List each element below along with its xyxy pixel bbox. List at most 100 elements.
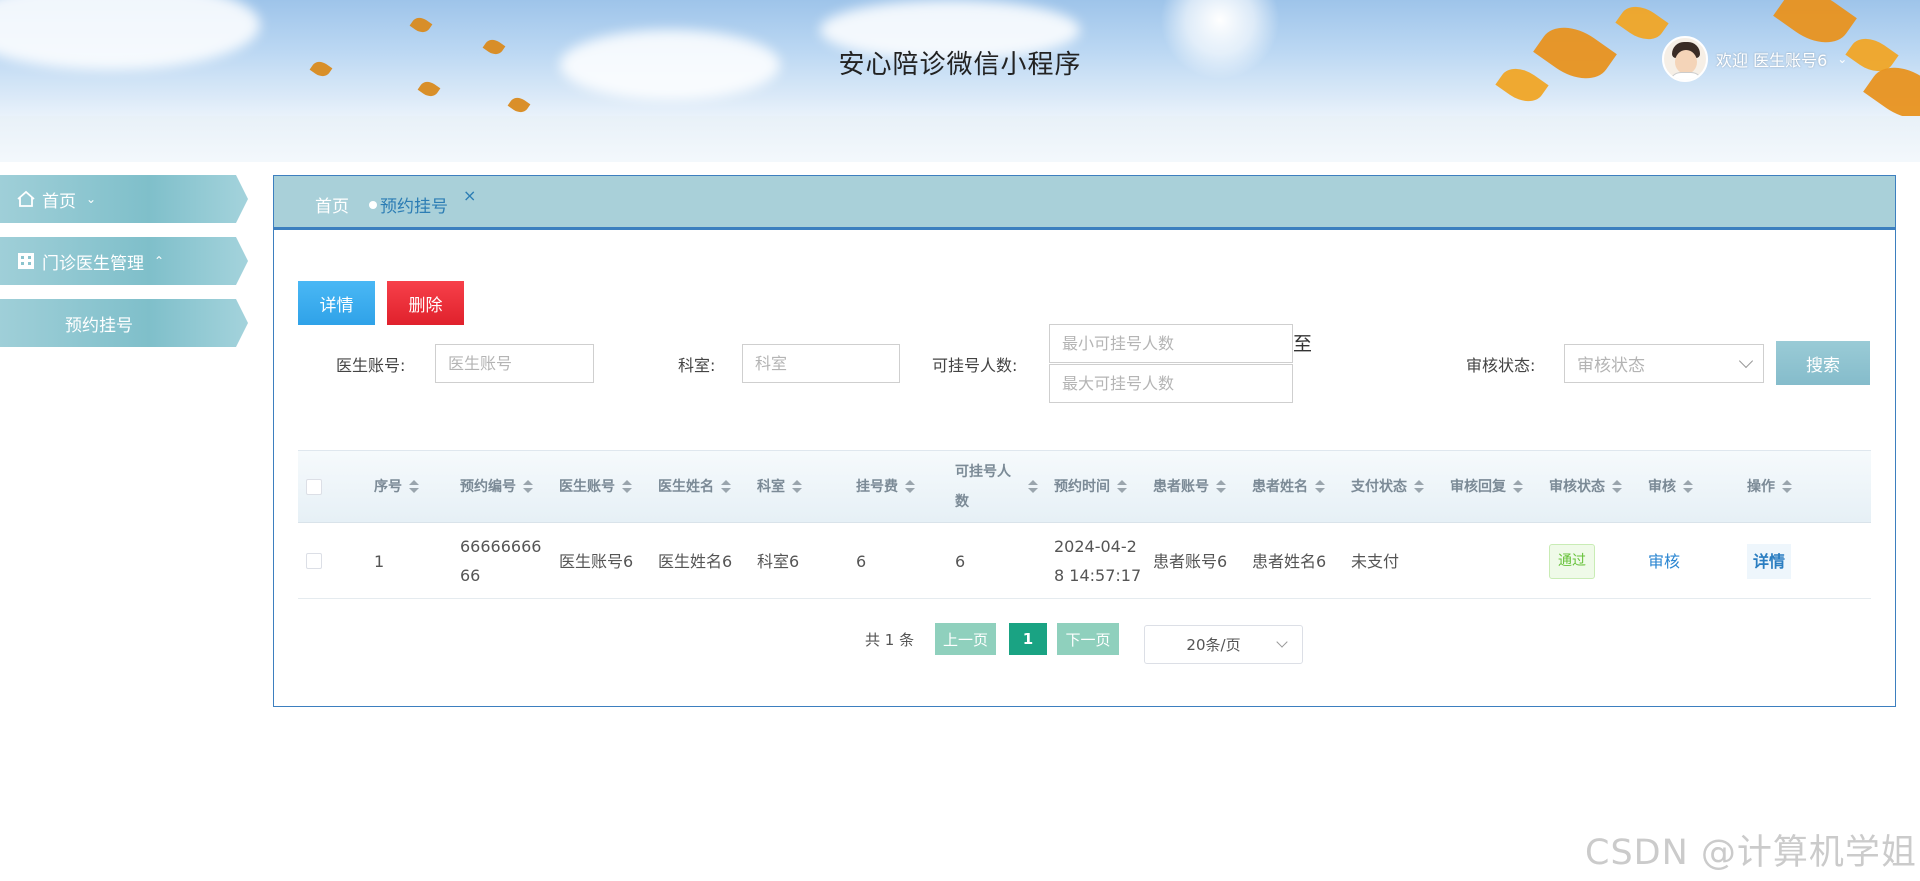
detail-button[interactable]: 详情 xyxy=(298,281,375,325)
cell-patient-name: 患者姓名6 xyxy=(1252,551,1327,571)
sort-icon[interactable] xyxy=(1683,480,1693,494)
pagination-total: 共 1 条 xyxy=(865,630,915,649)
sort-icon[interactable] xyxy=(721,480,731,494)
cell-fee: 6 xyxy=(856,551,867,571)
sort-icon[interactable] xyxy=(1782,480,1792,494)
chevron-down-icon xyxy=(1276,636,1288,648)
chevron-down-icon xyxy=(1738,353,1754,369)
home-icon xyxy=(17,190,35,207)
select-all-checkbox[interactable] xyxy=(306,479,322,495)
sort-icon[interactable] xyxy=(1028,480,1038,494)
sort-icon[interactable] xyxy=(622,480,632,494)
doctor-account-label: 医生账号: xyxy=(336,356,406,375)
search-button[interactable]: 搜索 xyxy=(1776,341,1870,385)
page-size-value: 20条/页 xyxy=(1186,636,1241,654)
column-header[interactable]: 支付状态 xyxy=(1351,451,1424,523)
leaf-icon xyxy=(507,94,531,116)
column-header[interactable]: 医生账号 xyxy=(559,451,632,523)
sidebar-item-label: 门诊医生管理 xyxy=(42,253,144,274)
user-menu[interactable]: 欢迎 医生账号6 ⌄ xyxy=(1662,34,1847,84)
row-detail-button[interactable]: 详情 xyxy=(1747,543,1792,579)
max-count-input[interactable] xyxy=(1049,364,1293,403)
sidebar-item-home[interactable]: 首页 ⌄ xyxy=(0,175,248,223)
welcome-text: 欢迎 医生账号6 xyxy=(1716,51,1828,70)
cell-dept: 科室6 xyxy=(757,551,800,571)
sort-icon[interactable] xyxy=(905,480,915,494)
sidebar-item-appointment[interactable]: 预约挂号 xyxy=(0,299,248,347)
page-size-select[interactable]: 20条/页 xyxy=(1144,625,1303,664)
column-header[interactable]: 审核 xyxy=(1648,451,1693,523)
min-count-input[interactable] xyxy=(1049,324,1293,363)
active-dot-icon xyxy=(369,200,377,209)
status-badge: 通过 xyxy=(1549,543,1595,579)
cell-time: 2024-04-28 14:57:17 xyxy=(1054,537,1142,585)
table-row[interactable]: 1 6666666666 医生账号6 医生姓名6 科室6 6 6 2024-04… xyxy=(298,523,1871,599)
next-page-button[interactable]: 下一页 xyxy=(1057,623,1119,655)
audit-status-label: 审核状态: xyxy=(1466,356,1536,375)
sort-icon[interactable] xyxy=(1414,480,1424,494)
tab-label: 预约挂号 xyxy=(380,197,448,217)
column-header[interactable]: 挂号费 xyxy=(856,451,915,523)
sort-icon[interactable] xyxy=(792,480,802,494)
close-icon[interactable]: × xyxy=(463,186,476,205)
delete-button[interactable]: 删除 xyxy=(387,281,464,325)
dept-label: 科室: xyxy=(678,356,716,375)
column-header[interactable]: 操作 xyxy=(1747,451,1792,523)
column-header[interactable]: 预约编号 xyxy=(460,451,533,523)
tab-bar: 首页 预约挂号 × xyxy=(274,176,1895,230)
cell-patient-account: 患者账号6 xyxy=(1153,551,1228,571)
column-header[interactable]: 预约时间 xyxy=(1054,451,1127,523)
column-header[interactable]: 序号 xyxy=(374,451,419,523)
sort-icon[interactable] xyxy=(1315,480,1325,494)
available-count-label: 可挂号人数: xyxy=(932,356,1018,375)
column-header[interactable]: 患者姓名 xyxy=(1252,451,1325,523)
column-header[interactable]: 医生姓名 xyxy=(658,451,731,523)
cell-index: 1 xyxy=(374,551,385,571)
leaf-icon xyxy=(409,14,433,36)
column-header[interactable]: 审核回复 xyxy=(1450,451,1523,523)
chevron-up-icon: ⌃ xyxy=(154,254,165,268)
cell-audit-action: 审核 xyxy=(1648,523,1680,599)
header-subbar xyxy=(0,116,1920,162)
cell-audit-status: 通过 xyxy=(1549,523,1595,599)
audit-link[interactable]: 审核 xyxy=(1648,547,1680,576)
chevron-down-icon[interactable]: ⌄ xyxy=(1837,52,1847,66)
tab-appointment[interactable]: 预约挂号 xyxy=(369,192,448,217)
header-banner: 安心陪诊微信小程序 欢迎 医生账号6 ⌄ xyxy=(0,0,1920,116)
column-header[interactable]: 审核状态 xyxy=(1549,451,1622,523)
column-header[interactable]: 科室 xyxy=(757,451,802,523)
doctor-account-input[interactable] xyxy=(435,344,594,383)
column-header[interactable]: 患者账号 xyxy=(1153,451,1226,523)
main-panel: 首页 预约挂号 × 详情 删除 医生账号: 科室: 可挂号人数: 至 审核状态:… xyxy=(273,175,1896,707)
avatar[interactable] xyxy=(1662,36,1708,82)
sort-icon[interactable] xyxy=(409,480,419,494)
prev-page-button[interactable]: 上一页 xyxy=(935,623,996,655)
cell-doctor-account: 医生账号6 xyxy=(559,551,634,571)
row-checkbox[interactable] xyxy=(306,553,322,569)
sidebar-item-label: 首页 xyxy=(42,191,76,212)
watermark-text: CSDN @计算机学姐 xyxy=(1585,833,1917,873)
sidebar-item-label: 预约挂号 xyxy=(65,315,133,336)
cell-pay-status: 未支付 xyxy=(1351,551,1400,571)
audit-status-select[interactable]: 审核状态 xyxy=(1564,344,1764,383)
page-number-button[interactable]: 1 xyxy=(1009,623,1047,655)
cell-booking-no: 6666666666 xyxy=(460,537,542,585)
cell-operation: 详情 xyxy=(1747,523,1792,599)
sort-icon[interactable] xyxy=(1612,480,1622,494)
column-header[interactable]: 可挂号人数 xyxy=(955,451,1043,523)
tab-home[interactable]: 首页 xyxy=(315,192,349,217)
cell-available: 6 xyxy=(955,551,966,571)
sort-icon[interactable] xyxy=(1117,480,1127,494)
app-title: 安心陪诊微信小程序 xyxy=(838,50,1082,80)
sidebar-item-doctor-management[interactable]: 门诊医生管理 ⌃ xyxy=(0,237,248,285)
appointment-table: 序号 预约编号 医生账号 医生姓名 科室 挂号费 可挂号人数 预约时间 患者账号… xyxy=(298,450,1871,599)
sort-icon[interactable] xyxy=(523,480,533,494)
table-header: 序号 预约编号 医生账号 医生姓名 科室 挂号费 可挂号人数 预约时间 患者账号… xyxy=(298,451,1871,523)
range-to-label: 至 xyxy=(1293,333,1313,355)
sort-icon[interactable] xyxy=(1513,480,1523,494)
sort-icon[interactable] xyxy=(1216,480,1226,494)
grid-building-icon xyxy=(18,253,34,269)
chevron-down-icon: ⌄ xyxy=(86,192,97,206)
dept-input[interactable] xyxy=(742,344,900,383)
leaf-icon xyxy=(1615,0,1669,48)
